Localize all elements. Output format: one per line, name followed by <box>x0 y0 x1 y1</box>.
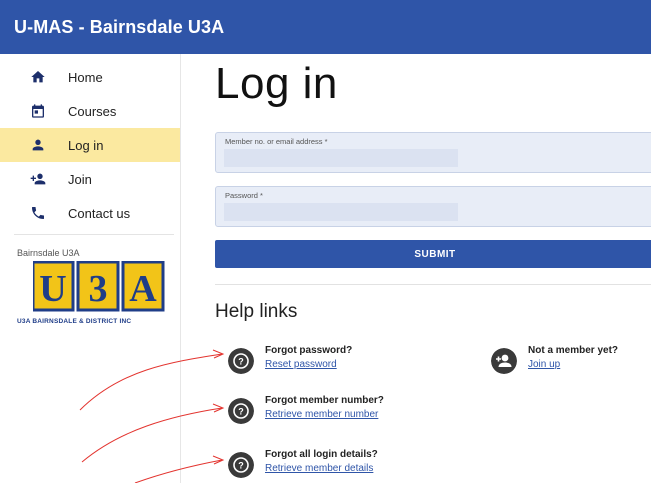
app-header: U-MAS - Bairnsdale U3A <box>0 0 651 54</box>
sidebar-item-label: Contact us <box>68 205 131 221</box>
member-field[interactable]: Member no. or email address * <box>215 132 651 173</box>
sidebar-item-join[interactable]: Join <box>0 162 180 196</box>
sidebar-item-label: Join <box>68 171 92 187</box>
help-circle-icon: ? <box>228 398 254 424</box>
u3a-logo: U 3 A <box>33 261 165 312</box>
phone-icon <box>32 207 44 219</box>
password-field-label: Password * <box>225 191 263 200</box>
help-circle-icon: ? <box>228 348 254 374</box>
app-title: U-MAS - Bairnsdale U3A <box>14 16 225 37</box>
logo-caption: U3A BAIRNSDALE & DISTRICT INC <box>17 318 132 325</box>
join-up-link[interactable]: Join up <box>528 359 618 370</box>
svg-text:?: ? <box>238 357 244 367</box>
sidebar-item-home[interactable]: Home <box>0 60 180 94</box>
svg-text:U: U <box>39 268 66 310</box>
password-field[interactable]: Password * <box>215 186 651 227</box>
sidebar-item-label: Courses <box>68 103 117 119</box>
sidebar-item-label: Home <box>68 69 103 85</box>
person-icon <box>32 139 44 151</box>
home-icon <box>31 71 45 83</box>
svg-text:3: 3 <box>89 268 108 310</box>
password-input[interactable] <box>224 203 458 221</box>
help-circle-icon: ? <box>228 452 254 478</box>
help-question: Not a member yet? <box>528 345 619 356</box>
svg-text:?: ? <box>238 461 244 471</box>
sidebar-item-courses[interactable]: Courses <box>0 94 180 128</box>
member-input[interactable] <box>224 149 458 167</box>
help-question: Forgot password? <box>265 345 353 356</box>
page-title: Log in <box>215 59 338 108</box>
retrieve-member-number-link[interactable]: Retrieve member number <box>265 409 384 420</box>
org-name: Bairnsdale U3A <box>17 248 80 258</box>
help-question: Forgot member number? <box>265 395 384 406</box>
retrieve-member-details-link[interactable]: Retrieve member details <box>265 463 378 474</box>
sidebar: Home Courses Log in Join Contact us Bair… <box>0 54 181 483</box>
help-question: Forgot all login details? <box>265 449 378 460</box>
main-content: Log in Member no. or email address * Pas… <box>181 54 651 483</box>
person-add-circle-icon <box>491 348 517 374</box>
sidebar-item-label: Log in <box>68 137 104 153</box>
svg-text:A: A <box>129 268 157 310</box>
sidebar-divider <box>14 234 174 235</box>
sidebar-item-contact[interactable]: Contact us <box>0 196 180 230</box>
member-field-label: Member no. or email address * <box>225 137 328 146</box>
svg-text:?: ? <box>238 407 244 417</box>
reset-password-link[interactable]: Reset password <box>265 359 352 370</box>
calendar-icon <box>32 104 44 118</box>
help-links-title: Help links <box>215 301 298 322</box>
person-add-icon <box>30 173 46 185</box>
submit-button[interactable]: SUBMIT <box>215 240 651 268</box>
section-divider <box>215 284 651 285</box>
sidebar-item-login[interactable]: Log in <box>0 128 180 162</box>
